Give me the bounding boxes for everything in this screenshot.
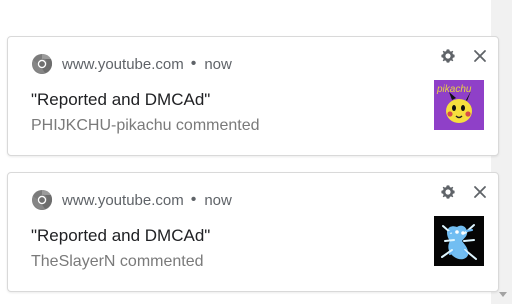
notification-context: TheSlayerN commented <box>31 253 204 270</box>
origin-text: www.youtube.com <box>62 55 184 73</box>
frog-thumbnail-icon <box>434 216 484 266</box>
notification-context: PHIJKCHU-pikachu commented <box>31 117 260 134</box>
chrome-icon <box>32 189 53 210</box>
timestamp-text: now <box>204 55 232 73</box>
pikachu-thumbnail-icon: pikachu <box>434 80 484 130</box>
gear-icon[interactable] <box>440 48 456 64</box>
notification-origin-line: www.youtube.com • now <box>62 54 232 74</box>
notification-message: "Reported and DMCAd" <box>31 226 211 245</box>
notification-card[interactable]: www.youtube.com • now "Reported and DMCA… <box>7 36 499 156</box>
notification-stage: www.youtube.com • now "Reported and DMCA… <box>0 0 512 304</box>
close-icon[interactable] <box>471 183 489 201</box>
notification-card[interactable]: www.youtube.com • now "Reported and DMCA… <box>7 172 499 292</box>
close-icon[interactable] <box>471 47 489 65</box>
gear-icon[interactable] <box>440 184 456 200</box>
notification-origin-line: www.youtube.com • now <box>62 190 232 210</box>
thumbnail-word: pikachu <box>436 84 472 95</box>
notification-message: "Reported and DMCAd" <box>31 90 211 109</box>
origin-text: www.youtube.com <box>62 191 184 209</box>
scroll-down-arrow-icon[interactable] <box>499 292 507 297</box>
chrome-icon <box>32 53 53 74</box>
origin-separator: • <box>190 55 197 72</box>
origin-separator: • <box>190 191 197 208</box>
timestamp-text: now <box>204 191 232 209</box>
